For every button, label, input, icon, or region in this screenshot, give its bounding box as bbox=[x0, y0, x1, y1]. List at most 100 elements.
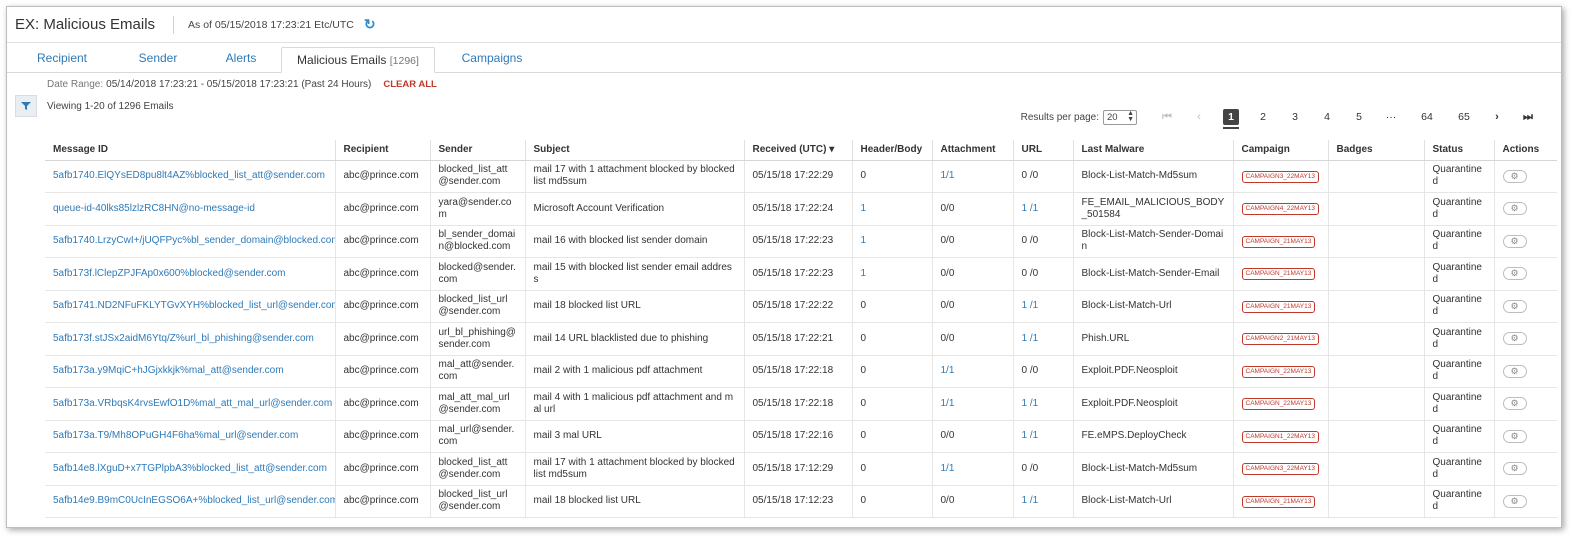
url-cell[interactable]: 1 /1 bbox=[1013, 322, 1074, 356]
url-cell[interactable]: 1 /1 bbox=[1013, 192, 1074, 226]
tab-alerts[interactable]: Alerts bbox=[201, 46, 281, 72]
prev-page-button[interactable]: ‹ bbox=[1183, 111, 1215, 123]
message-id-cell[interactable]: 5afb1740.LrzyCwI+/jUQFPyc%bl_sender_doma… bbox=[45, 225, 336, 258]
first-page-button[interactable]: ⏮ bbox=[1151, 111, 1183, 124]
table-row[interactable]: 5afb14e8.lXguD+x7TGPlpbA3%blocked_list_a… bbox=[45, 452, 1557, 486]
header-body-cell-link[interactable]: 1 bbox=[861, 203, 867, 214]
tab-recipient[interactable]: Recipient bbox=[9, 46, 115, 72]
table-row[interactable]: 5afb1740.ElQYsED8pu8lt4AZ%blocked_list_a… bbox=[45, 160, 1557, 193]
page-65[interactable]: 65 bbox=[1447, 111, 1481, 123]
gear-icon[interactable]: ⚙ bbox=[1502, 462, 1527, 476]
col-status[interactable]: Status bbox=[1424, 140, 1495, 161]
campaign-badge[interactable]: CAMPAIGN4_22MAY13 bbox=[1241, 203, 1319, 216]
message-id-cell-link[interactable]: 5afb173f.lClepZPJFAp0x600%blocked@sender… bbox=[53, 268, 286, 279]
filter-toggle-button[interactable] bbox=[15, 95, 37, 117]
col-last-malware[interactable]: Last Malware bbox=[1073, 140, 1234, 161]
url-cell[interactable]: 1 /1 bbox=[1013, 387, 1074, 421]
attachment-cell-link[interactable]: 1/1 bbox=[941, 398, 955, 409]
attachment-cell[interactable]: 1/1 bbox=[932, 387, 1014, 421]
message-id-cell[interactable]: 5afb173f.lClepZPJFAp0x600%blocked@sender… bbox=[45, 257, 336, 291]
page-64[interactable]: 64 bbox=[1407, 111, 1447, 123]
attachment-cell-link[interactable]: 1/1 bbox=[941, 170, 955, 181]
url-cell[interactable]: 1 /1 bbox=[1013, 420, 1074, 453]
gear-icon[interactable]: ⚙ bbox=[1502, 429, 1527, 443]
gear-icon[interactable]: ⚙ bbox=[1502, 202, 1527, 216]
table-row[interactable]: 5afb173a.VRbqsK4rvsEwfO1D%mal_att_mal_ur… bbox=[45, 387, 1557, 421]
url-cell-link[interactable]: 1 /1 bbox=[1022, 495, 1039, 506]
campaign-badge[interactable]: CAMPAIGN_22MAY13 bbox=[1241, 398, 1316, 411]
url-cell-link[interactable]: 1 /1 bbox=[1022, 300, 1039, 311]
message-id-cell[interactable]: 5afb1741.ND2NFuFKLYTGvXYH%blocked_list_u… bbox=[45, 290, 336, 323]
header-body-cell[interactable]: 1 bbox=[852, 257, 933, 291]
message-id-cell[interactable]: 5afb14e8.lXguD+x7TGPlpbA3%blocked_list_a… bbox=[45, 452, 336, 486]
col-campaign[interactable]: Campaign bbox=[1233, 140, 1329, 161]
campaign-badge[interactable]: CAMPAIGN_21MAY13 bbox=[1241, 495, 1316, 508]
col-attachment[interactable]: Attachment bbox=[932, 140, 1014, 161]
page-4[interactable]: 4 bbox=[1311, 111, 1343, 123]
table-row[interactable]: 5afb173a.y9MqiC+hJGjxkkjk%mal_att@sender… bbox=[45, 355, 1557, 388]
table-row[interactable]: 5afb173f.stJSx2aidM6Ytq/Z%url_bl_phishin… bbox=[45, 322, 1557, 356]
table-row[interactable]: 5afb173a.T9/Mh8OPuGH4F6ha%mal_url@sender… bbox=[45, 420, 1557, 453]
col-url[interactable]: URL bbox=[1013, 140, 1074, 161]
message-id-cell[interactable]: 5afb1740.ElQYsED8pu8lt4AZ%blocked_list_a… bbox=[45, 160, 336, 193]
message-id-cell-link[interactable]: 5afb14e8.lXguD+x7TGPlpbA3%blocked_list_a… bbox=[53, 463, 327, 474]
campaign-badge[interactable]: CAMPAIGN3_22MAY13 bbox=[1241, 170, 1319, 183]
header-body-cell-link[interactable]: 1 bbox=[861, 268, 867, 279]
header-body-cell[interactable]: 1 bbox=[852, 192, 933, 226]
campaign-badge[interactable]: CAMPAIGN_21MAY13 bbox=[1241, 268, 1316, 281]
message-id-cell[interactable]: 5afb14e9.B9mC0UcInEGSO6A+%blocked_list_u… bbox=[45, 485, 336, 518]
tab-malicious-emails[interactable]: Malicious Emails [1296] bbox=[281, 47, 435, 73]
table-row[interactable]: 5afb14e9.B9mC0UcInEGSO6A+%blocked_list_u… bbox=[45, 485, 1557, 518]
gear-icon[interactable]: ⚙ bbox=[1502, 234, 1527, 248]
gear-icon[interactable]: ⚙ bbox=[1502, 397, 1527, 411]
page-5[interactable]: 5 bbox=[1343, 111, 1375, 123]
campaign-badge[interactable]: CAMPAIGN_21MAY13 bbox=[1241, 235, 1316, 248]
tab-campaigns[interactable]: Campaigns bbox=[435, 46, 549, 72]
col-message-id[interactable]: Message ID bbox=[45, 140, 336, 161]
refresh-icon[interactable]: ↻ bbox=[364, 16, 376, 33]
tab-sender[interactable]: Sender bbox=[115, 46, 201, 72]
gear-icon[interactable]: ⚙ bbox=[1502, 267, 1527, 281]
message-id-cell[interactable]: 5afb173a.VRbqsK4rvsEwfO1D%mal_att_mal_ur… bbox=[45, 387, 336, 421]
col-sender[interactable]: Sender bbox=[430, 140, 526, 161]
message-id-cell-link[interactable]: 5afb173a.y9MqiC+hJGjxkkjk%mal_att@sender… bbox=[53, 365, 284, 376]
page-3[interactable]: 3 bbox=[1279, 111, 1311, 123]
message-id-cell-link[interactable]: 5afb173f.stJSx2aidM6Ytq/Z%url_bl_phishin… bbox=[53, 333, 314, 344]
col-recipient[interactable]: Recipient bbox=[335, 140, 431, 161]
campaign-badge[interactable]: CAMPAIGN_22MAY13 bbox=[1241, 365, 1316, 378]
attachment-cell-link[interactable]: 1/1 bbox=[941, 463, 955, 474]
attachment-cell[interactable]: 1/1 bbox=[932, 355, 1014, 388]
next-page-button[interactable]: › bbox=[1481, 111, 1513, 123]
col-header-body[interactable]: Header/Body bbox=[852, 140, 933, 161]
gear-icon[interactable]: ⚙ bbox=[1502, 169, 1527, 183]
gear-icon[interactable]: ⚙ bbox=[1502, 332, 1527, 346]
campaign-badge[interactable]: CAMPAIGN1_22MAY13 bbox=[1241, 430, 1319, 443]
attachment-cell-link[interactable]: 1/1 bbox=[941, 365, 955, 376]
table-row[interactable]: queue-id-40lks85lzlzRC8HN@no-message-id a… bbox=[45, 192, 1557, 226]
url-cell-link[interactable]: 1 /1 bbox=[1022, 333, 1039, 344]
url-cell[interactable]: 1 /1 bbox=[1013, 290, 1074, 323]
message-id-cell-link[interactable]: 5afb14e9.B9mC0UcInEGSO6A+%blocked_list_u… bbox=[53, 495, 334, 506]
col-badges[interactable]: Badges bbox=[1328, 140, 1425, 161]
col-received[interactable]: Received (UTC) ▾ bbox=[744, 140, 853, 161]
page-2[interactable]: 2 bbox=[1247, 111, 1279, 123]
gear-icon[interactable]: ⚙ bbox=[1502, 364, 1527, 378]
campaign-badge[interactable]: CAMPAIGN3_22MAY13 bbox=[1241, 463, 1319, 476]
url-cell-link[interactable]: 1 /1 bbox=[1022, 430, 1039, 441]
col-subject[interactable]: Subject bbox=[525, 140, 745, 161]
message-id-cell[interactable]: queue-id-40lks85lzlzRC8HN@no-message-id bbox=[45, 192, 336, 226]
attachment-cell[interactable]: 1/1 bbox=[932, 160, 1014, 193]
url-cell[interactable]: 1 /1 bbox=[1013, 485, 1074, 518]
table-row[interactable]: 5afb1741.ND2NFuFKLYTGvXYH%blocked_list_u… bbox=[45, 290, 1557, 323]
message-id-cell[interactable]: 5afb173a.y9MqiC+hJGjxkkjk%mal_att@sender… bbox=[45, 355, 336, 388]
table-row[interactable]: 5afb1740.LrzyCwI+/jUQFPyc%bl_sender_doma… bbox=[45, 225, 1557, 258]
gear-icon[interactable]: ⚙ bbox=[1502, 494, 1527, 508]
page-1[interactable]: 1 bbox=[1215, 109, 1247, 129]
message-id-cell-link[interactable]: 5afb1740.LrzyCwI+/jUQFPyc%bl_sender_doma… bbox=[53, 235, 334, 246]
message-id-cell-link[interactable]: 5afb1740.ElQYsED8pu8lt4AZ%blocked_list_a… bbox=[53, 170, 325, 181]
message-id-cell-link[interactable]: queue-id-40lks85lzlzRC8HN@no-message-id bbox=[53, 203, 255, 214]
url-cell-link[interactable]: 1 /1 bbox=[1022, 203, 1039, 214]
header-body-cell-link[interactable]: 1 bbox=[861, 235, 867, 246]
campaign-badge[interactable]: CAMPAIGN2_21MAY13 bbox=[1241, 333, 1319, 346]
header-body-cell[interactable]: 1 bbox=[852, 225, 933, 258]
